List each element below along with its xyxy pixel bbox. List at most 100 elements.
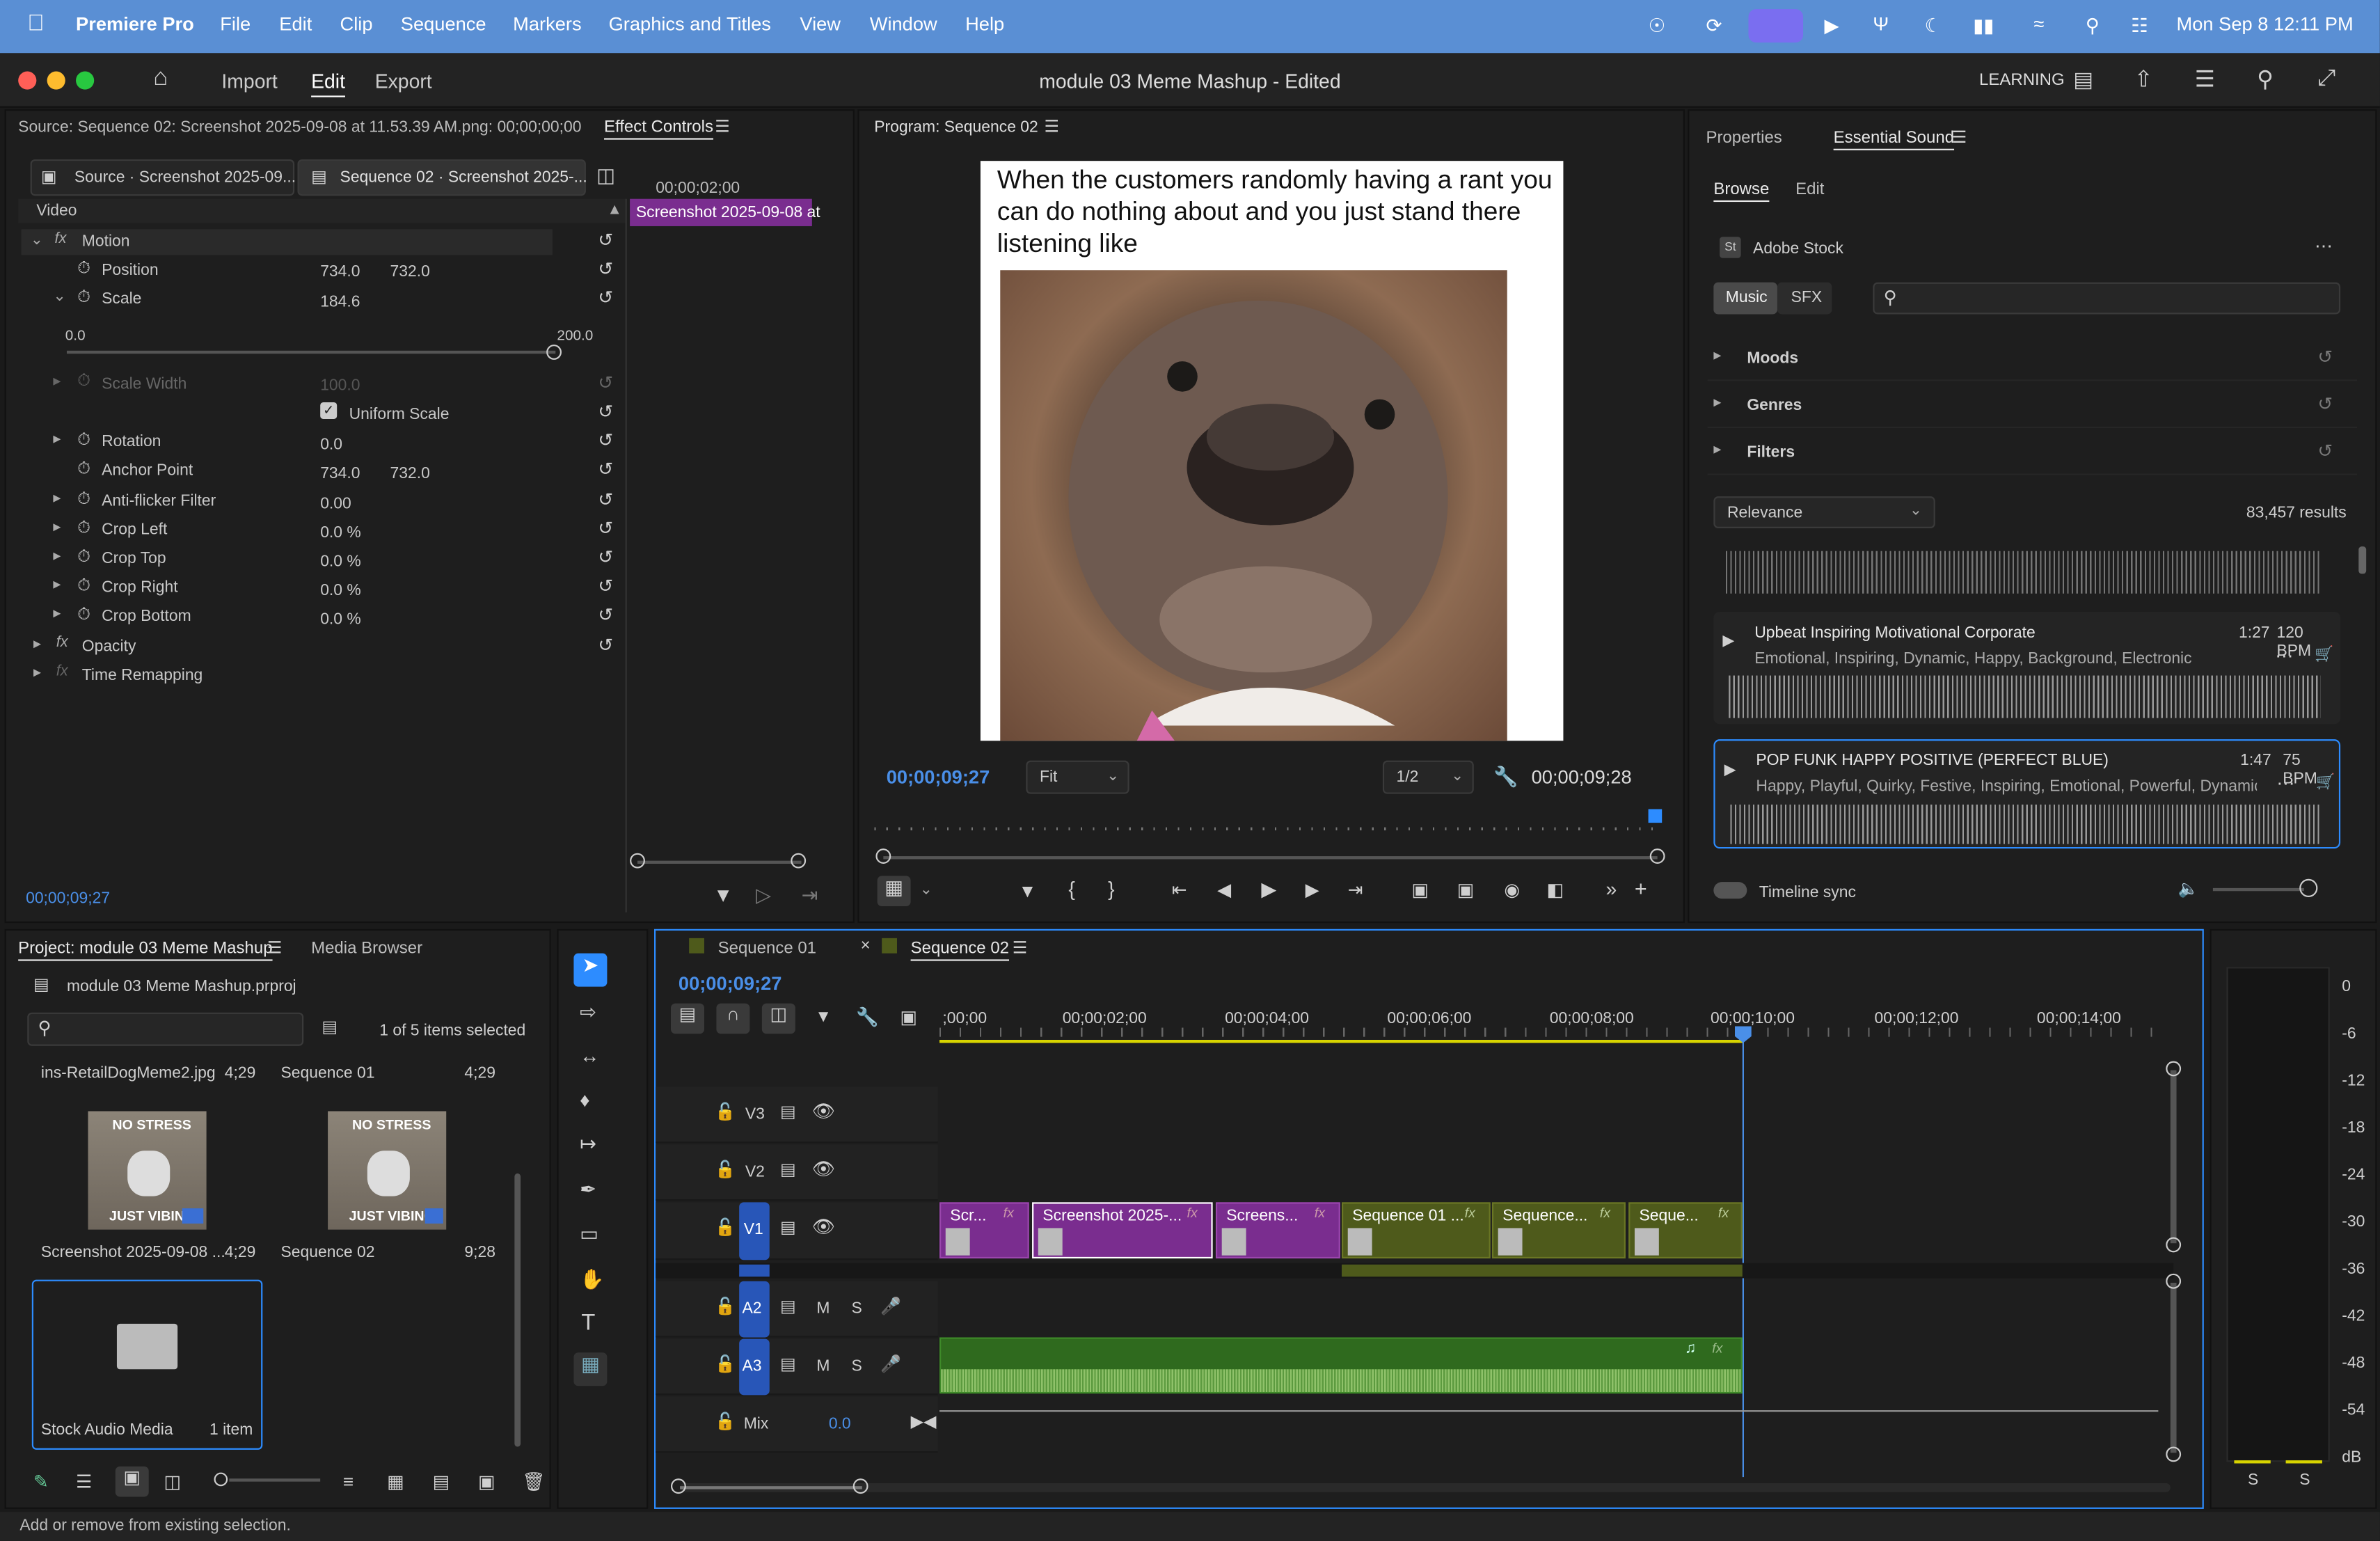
tab-effect-controls[interactable]: Effect Controls [604,118,713,136]
menu-markers[interactable]: Markers [513,14,581,35]
panel-menu-icon[interactable]: ☰ [1013,938,1028,958]
export-clip-icon[interactable]: ⇥ [802,883,818,908]
stock-audio-bin[interactable]: Stock Audio Media 1 item [31,1279,263,1450]
wrench-icon[interactable]: 🔧 [1493,765,1518,789]
reset-motion-icon[interactable]: ↺ [598,229,613,251]
video-clip-selected[interactable]: Screenshot 2025-... fx [1032,1202,1213,1259]
timeline-hscroll-bar[interactable] [680,1486,862,1489]
quick-export-icon[interactable]: ☰ [2195,65,2215,93]
step-forward-icon[interactable]: ▶ [1306,879,1319,901]
fx-icon[interactable]: fx [1712,1341,1722,1356]
more-options-icon[interactable]: ⋯ [2275,645,2293,667]
program-scroll-bar[interactable] [883,856,1658,860]
timeline-hscroll-start[interactable] [671,1478,686,1494]
filters-section[interactable]: ▸ Filters ↺ [1707,429,2358,475]
mark-in-icon[interactable]: { [1068,878,1074,901]
sync-lock-icon[interactable]: ▤ [780,1297,796,1316]
chevron-right-icon[interactable]: ▸ [53,490,61,507]
position-x-value[interactable]: 734.0 [320,262,360,280]
home-icon[interactable]: ⌂ [153,65,168,93]
panel-menu-icon[interactable]: ☰ [267,938,283,958]
stopwatch-icon[interactable]: ⏱ [77,260,90,279]
item-name[interactable]: Sequence 01 [280,1064,374,1082]
chevron-right-icon[interactable]: ▸ [33,665,41,681]
reset-crop-top-icon[interactable]: ↺ [598,546,613,568]
toggle-timeline-icon[interactable]: ◫ [596,164,615,189]
reset-icon[interactable]: ↺ [2317,440,2333,461]
minimize-window-icon[interactable] [47,71,65,90]
menubar-datetime[interactable]: Mon Sep 8 12:11 PM [2177,14,2354,35]
reset-icon[interactable]: ↺ [2317,346,2333,368]
go-to-in-icon[interactable]: ⇤ [1172,879,1187,901]
video-vscroll[interactable] [2170,1070,2177,1244]
program-scroll-start-handle[interactable] [875,848,891,864]
reset-crop-bottom-icon[interactable]: ↺ [598,604,613,626]
lift-icon[interactable]: ▣ [1411,879,1429,901]
fx-icon[interactable]: fx [1465,1206,1475,1221]
sequence-clip-tab[interactable]: ▤ Sequence 02 · Screenshot 2025-... [297,159,587,196]
solo-right-button[interactable]: S [2299,1471,2310,1489]
play-audio-icon[interactable]: ▷ [756,883,771,908]
chevron-right-icon[interactable]: ▸ [53,548,61,564]
sfx-toggle[interactable]: SFX [1777,282,1832,315]
wrench-icon[interactable]: 🔧 [856,1006,879,1028]
crop-top-value[interactable]: 0.0 % [320,553,361,571]
zoom-window-icon[interactable] [76,71,95,90]
chevron-down-icon[interactable]: ⌄ [920,882,933,899]
progress-icon[interactable]: ⚲ [2257,65,2274,93]
lock-icon[interactable]: 🔓 [715,1354,736,1374]
audio-vscroll-bottom[interactable] [2166,1446,2182,1462]
lock-icon[interactable]: 🔓 [715,1102,736,1122]
fx-icon[interactable]: fx [1718,1206,1729,1221]
nav-import[interactable]: Import [221,70,277,93]
item-name[interactable]: Sequence 02 [280,1243,374,1261]
linked-selection-icon[interactable]: ◫ [761,1003,795,1034]
mark-out-icon[interactable]: } [1108,878,1114,901]
panel-menu-icon[interactable]: ☰ [1952,127,1967,147]
timeline-sync-toggle[interactable] [1713,882,1747,899]
stopwatch-icon[interactable]: ⏱ [77,606,90,625]
nav-edit[interactable]: Edit [311,70,345,93]
menu-clip[interactable]: Clip [340,14,373,35]
scale-slider-thumb[interactable] [546,345,562,360]
track-select-tool-icon[interactable]: ⇨ [580,1000,596,1025]
screen-mirror-icon[interactable] [1748,9,1804,43]
tab-browse[interactable]: Browse [1713,181,1769,199]
project-search-input[interactable]: ⚲ [27,1012,304,1046]
stopwatch-icon[interactable]: ⏱ [77,490,90,509]
step-back-icon[interactable]: ◀ [1217,879,1231,901]
stopwatch-icon[interactable]: ⏱ [77,431,90,450]
new-bin-icon[interactable]: ▤ [433,1471,450,1492]
go-to-out-icon[interactable]: ⇥ [1348,879,1363,901]
ec-clip-bar[interactable]: Screenshot 2025-09-08 at [630,198,820,226]
chevron-down-icon[interactable]: ⌄ [53,288,65,305]
video-clip[interactable]: Scr... fx [939,1202,1029,1259]
reset-opacity-icon[interactable]: ↺ [598,635,613,656]
item-name[interactable]: ins-RetailDogMeme2.jpg [41,1064,216,1082]
moods-section[interactable]: ▸ Moods ↺ [1707,335,2358,381]
tab-edit[interactable]: Edit [1795,181,1824,199]
zoom-slider-track[interactable] [229,1478,321,1482]
mic-icon[interactable]: 🎤 [880,1354,901,1374]
menu-view[interactable]: View [800,14,841,35]
zoom-fit-dropdown[interactable]: Fit ⌄ [1026,760,1129,794]
solo-button[interactable]: S [852,1299,862,1318]
item-name[interactable]: Screenshot 2025-09-08 ... [41,1243,225,1261]
safe-margins-icon[interactable]: ▦ [877,876,911,907]
lock-icon[interactable]: 🔓 [715,1297,736,1316]
control-center-icon[interactable]: ☷ [2131,14,2148,37]
selection-tool-icon[interactable]: ➤ [573,953,608,987]
fx-icon[interactable]: fx [1600,1206,1610,1221]
ripple-edit-tool-icon[interactable]: ↔ [580,1045,599,1068]
add-marker-icon[interactable]: ▼ [1018,880,1036,902]
stopwatch-icon[interactable]: ⏱ [77,288,90,308]
battery-icon[interactable]: ▮▮ [1973,14,1994,37]
source-patch-a3[interactable]: A3 [739,1338,770,1396]
track-card-selected[interactable]: ▶ POP FUNK HAPPY POSITIVE (PERFECT BLUE)… [1713,739,2341,849]
chevron-right-icon[interactable]: ▸ [53,577,61,594]
panel-menu-icon[interactable]: ☰ [1045,117,1060,136]
nested-sequence-clip[interactable]: Seque... fx [1628,1202,1743,1259]
video-vscroll-top[interactable] [2166,1061,2182,1077]
audio-clip[interactable]: ♫ fx [939,1337,1743,1394]
type-tool-icon[interactable]: T [581,1310,595,1336]
